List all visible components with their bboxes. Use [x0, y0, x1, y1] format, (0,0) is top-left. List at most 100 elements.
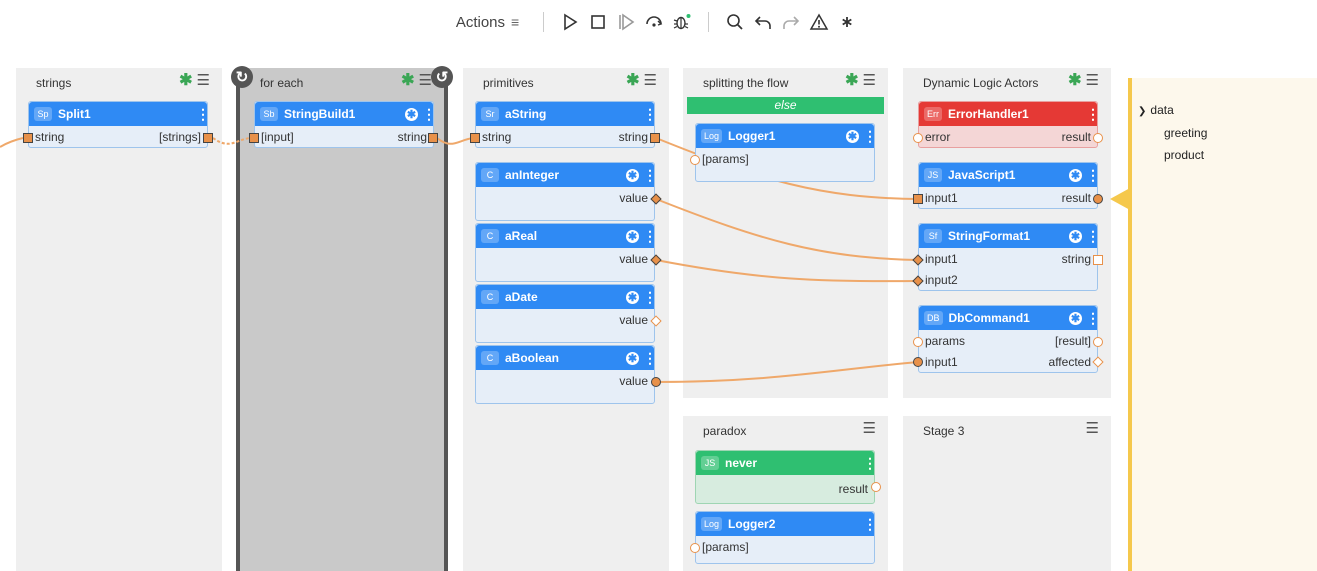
input-port[interactable] — [913, 133, 923, 143]
node-header[interactable]: Log Logger2 ⋮ — [696, 512, 877, 536]
node-name: StringFormat1 — [948, 229, 1031, 243]
input-port[interactable] — [690, 543, 700, 553]
wire-incoming — [0, 137, 24, 148]
port-row: error result — [919, 126, 1097, 147]
more-icon[interactable]: ⋮ — [863, 455, 877, 472]
port-row: input1 string — [919, 248, 1097, 269]
input-port[interactable] — [23, 133, 33, 143]
port-row: input2 — [919, 269, 1097, 290]
node-header[interactable]: C aReal ✱ ⋮ — [476, 224, 657, 248]
output-port[interactable] — [1093, 194, 1103, 204]
output-port-label: result — [1061, 190, 1091, 205]
input-port[interactable] — [913, 194, 923, 204]
output-port[interactable] — [1093, 133, 1103, 143]
node-logger2[interactable]: Log Logger2 ⋮ [params] — [695, 511, 877, 564]
node-settings-icon[interactable]: ✱ — [626, 290, 639, 304]
node-stringbuild1[interactable]: Sb StringBuild1 ✱ ⋮ [input] string — [254, 101, 436, 148]
node-name: Logger2 — [728, 517, 776, 531]
node-name: Logger1 — [728, 129, 776, 143]
node-name: aDate — [505, 290, 538, 304]
more-icon[interactable]: ⋮ — [196, 106, 210, 123]
node-name: aBoolean — [505, 351, 560, 365]
node-settings-icon[interactable]: ✱ — [626, 168, 639, 182]
more-icon[interactable]: ⋮ — [1086, 310, 1100, 327]
node-settings-icon[interactable]: ✱ — [626, 229, 639, 243]
node-header[interactable]: Sr aString ⋮ — [476, 102, 657, 126]
port-row: string [strings] — [29, 126, 207, 147]
node-aboolean[interactable]: C aBoolean ✱ ⋮ value — [475, 345, 657, 404]
output-port[interactable] — [428, 133, 438, 143]
node-type-badge: Log — [701, 129, 723, 143]
output-port[interactable] — [650, 133, 660, 143]
more-icon[interactable]: ⋮ — [643, 167, 657, 184]
output-port[interactable] — [651, 377, 661, 387]
node-header[interactable]: Log Logger1 ✱ ⋮ — [696, 124, 877, 148]
node-adate[interactable]: C aDate ✱ ⋮ value — [475, 284, 657, 343]
node-aninteger[interactable]: C anInteger ✱ ⋮ value — [475, 162, 657, 221]
node-header[interactable]: C anInteger ✱ ⋮ — [476, 163, 657, 187]
node-settings-icon[interactable]: ✱ — [846, 129, 859, 143]
node-name: aString — [505, 107, 547, 121]
more-icon[interactable]: ⋮ — [422, 106, 436, 123]
more-icon[interactable]: ⋮ — [643, 289, 657, 306]
chevron-down-icon[interactable]: ❯ — [1138, 106, 1146, 117]
node-header[interactable]: JS never ⋮ — [696, 451, 877, 475]
node-type-badge: Sb — [260, 107, 278, 121]
more-icon[interactable]: ⋮ — [1086, 167, 1100, 184]
node-name: JavaScript1 — [948, 168, 1016, 182]
node-settings-icon[interactable]: ✱ — [1069, 229, 1082, 243]
node-astring[interactable]: Sr aString ⋮ string string — [475, 101, 657, 148]
more-icon[interactable]: ⋮ — [863, 128, 877, 145]
node-type-badge: Sr — [481, 107, 499, 121]
more-icon[interactable]: ⋮ — [863, 516, 877, 533]
node-areal[interactable]: C aReal ✱ ⋮ value — [475, 223, 657, 282]
port-row: value — [476, 187, 654, 208]
node-header[interactable]: JS JavaScript1 ✱ ⋮ — [919, 163, 1100, 187]
more-icon[interactable]: ⋮ — [1086, 228, 1100, 245]
node-never[interactable]: JS never ⋮ result — [695, 450, 877, 504]
input-port-label: [input] — [261, 129, 294, 144]
panel-pointer-icon — [1110, 188, 1130, 210]
node-settings-icon[interactable]: ✱ — [405, 107, 418, 121]
node-dbcommand1[interactable]: DB DbCommand1 ✱ ⋮ params [result] input1… — [918, 305, 1100, 373]
node-settings-icon[interactable]: ✱ — [1069, 311, 1082, 325]
output-port[interactable] — [871, 482, 881, 492]
node-header[interactable]: C aBoolean ✱ ⋮ — [476, 346, 657, 370]
node-header[interactable]: C aDate ✱ ⋮ — [476, 285, 657, 309]
node-header[interactable]: Sf StringFormat1 ✱ ⋮ — [919, 224, 1100, 248]
output-port[interactable] — [1093, 337, 1103, 347]
more-icon[interactable]: ⋮ — [643, 228, 657, 245]
input-port-label: string — [482, 129, 512, 144]
node-header[interactable]: DB DbCommand1 ✱ ⋮ — [919, 306, 1100, 330]
node-settings-icon[interactable]: ✱ — [1069, 168, 1082, 182]
output-port-label: value — [619, 190, 648, 205]
output-port[interactable] — [1093, 255, 1103, 265]
output-port-label: string — [1061, 251, 1091, 266]
node-logger1[interactable]: Log Logger1 ✱ ⋮ [params] — [695, 123, 877, 182]
input-port[interactable] — [249, 133, 259, 143]
more-icon[interactable]: ⋮ — [1086, 106, 1100, 123]
input-port[interactable] — [913, 337, 923, 347]
input-port[interactable] — [470, 133, 480, 143]
wire-aboolean-to-dbcommand — [655, 361, 919, 383]
node-javascript1[interactable]: JS JavaScript1 ✱ ⋮ input1 result — [918, 162, 1100, 209]
tree-node-product[interactable]: product — [1164, 148, 1204, 162]
input-port-label: [params] — [702, 151, 749, 166]
node-header[interactable]: Sp Split1 ⋮ — [29, 102, 210, 126]
input-port[interactable] — [913, 357, 923, 367]
input-port[interactable] — [690, 155, 700, 165]
tree-node-data[interactable]: ❯ data — [1138, 103, 1174, 117]
node-errorhandler1[interactable]: Err ErrorHandler1 ⋮ error result — [918, 101, 1100, 148]
port-row: value — [476, 309, 654, 330]
node-split1[interactable]: Sp Split1 ⋮ string [strings] — [28, 101, 210, 148]
tree-node-greeting[interactable]: greeting — [1164, 126, 1207, 140]
node-header[interactable]: Sb StringBuild1 ✱ ⋮ — [255, 102, 436, 126]
node-header[interactable]: Err ErrorHandler1 ⋮ — [919, 102, 1100, 126]
node-settings-icon[interactable]: ✱ — [626, 351, 639, 365]
node-type-badge: C — [481, 229, 499, 243]
node-stringformat1[interactable]: Sf StringFormat1 ✱ ⋮ input1 string input… — [918, 223, 1100, 291]
more-icon[interactable]: ⋮ — [643, 350, 657, 367]
node-name: ErrorHandler1 — [948, 107, 1029, 121]
more-icon[interactable]: ⋮ — [643, 106, 657, 123]
output-port[interactable] — [203, 133, 213, 143]
